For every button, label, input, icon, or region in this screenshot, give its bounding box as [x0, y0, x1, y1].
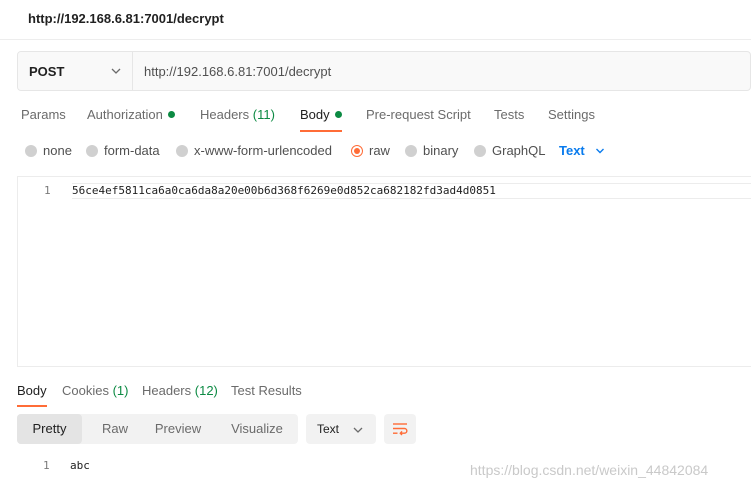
tab-body[interactable]: Body	[300, 107, 342, 132]
raw-type-dropdown[interactable]: Text	[559, 143, 605, 158]
tab-authorization-label: Authorization	[87, 107, 163, 122]
chevron-down-icon	[353, 427, 363, 433]
radio-x-www-form-urlencoded-label: x-www-form-urlencoded	[194, 143, 332, 158]
response-tab-cookies-count: (1)	[112, 383, 129, 398]
radio-graphql-label: GraphQL	[492, 143, 546, 158]
tab-headers-label: Headers	[200, 107, 250, 122]
radio-form-data[interactable]: form-data	[86, 143, 160, 158]
response-tab-headers-label: Headers	[142, 383, 192, 398]
radio-circle-icon	[86, 144, 98, 157]
body-type-selector: none form-data x-www-form-urlencoded raw…	[0, 140, 751, 162]
tab-headers[interactable]: Headers (11)	[200, 107, 275, 122]
radio-circle-icon	[25, 144, 37, 157]
url-input[interactable]	[133, 52, 750, 90]
chevron-down-icon	[595, 148, 604, 153]
radio-binary[interactable]: binary	[405, 143, 458, 158]
response-content: abc	[70, 459, 90, 472]
request-title: http://192.168.6.81:7001/decrypt	[28, 11, 224, 26]
radio-circle-icon	[474, 144, 486, 157]
view-pretty-button[interactable]: Pretty	[17, 414, 82, 444]
tab-params-label: Params	[21, 107, 66, 122]
tab-headers-count: (11)	[252, 107, 275, 122]
tab-tests[interactable]: Tests	[494, 107, 524, 122]
active-tab-underline	[17, 405, 47, 407]
tab-params[interactable]: Params	[21, 107, 66, 122]
view-preview-button[interactable]: Preview	[147, 414, 209, 444]
method-select[interactable]: POST	[18, 52, 133, 90]
watermark: https://blog.csdn.net/weixin_44842084	[470, 462, 709, 478]
response-view-group: Pretty Raw Preview Visualize	[17, 414, 298, 444]
radio-circle-icon	[176, 144, 188, 157]
tab-body-label: Body	[300, 107, 330, 122]
radio-none[interactable]: none	[25, 143, 72, 158]
request-tabs: Params Authorization Headers (11) Body P…	[0, 98, 751, 132]
response-tab-headers-count: (12)	[194, 383, 218, 398]
response-tab-cookies[interactable]: Cookies (1)	[62, 383, 128, 398]
response-tab-body[interactable]: Body	[17, 383, 47, 407]
request-title-bar: http://192.168.6.81:7001/decrypt	[0, 0, 751, 40]
tab-pre-request-script[interactable]: Pre-request Script	[366, 107, 471, 122]
response-tab-test-results[interactable]: Test Results	[231, 383, 302, 398]
view-raw-button[interactable]: Raw	[87, 414, 143, 444]
tab-settings-label: Settings	[548, 107, 595, 122]
radio-raw[interactable]: raw	[351, 143, 390, 158]
radio-raw-label: raw	[369, 143, 390, 158]
radio-selected-icon	[351, 144, 363, 157]
radio-none-label: none	[43, 143, 72, 158]
response-tabs: Body Cookies (1) Headers (12) Test Resul…	[0, 376, 751, 408]
radio-graphql[interactable]: GraphQL	[474, 143, 545, 158]
wrap-lines-button[interactable]	[384, 414, 416, 444]
response-tab-body-label: Body	[17, 383, 47, 398]
body-editor[interactable]: 1 56ce4ef5811ca6a0ca6da8a20e00b6d368f626…	[17, 176, 751, 367]
status-dot-icon	[167, 111, 175, 118]
raw-type-label: Text	[559, 143, 585, 158]
tab-pre-request-script-label: Pre-request Script	[366, 107, 471, 122]
response-format-label: Text	[317, 422, 340, 436]
response-tab-test-results-label: Test Results	[231, 383, 302, 398]
editor-content[interactable]: 56ce4ef5811ca6a0ca6da8a20e00b6d368f6269e…	[72, 184, 496, 197]
active-tab-underline	[300, 130, 342, 132]
status-dot-icon	[334, 111, 342, 118]
wrap-lines-icon	[393, 423, 408, 436]
view-visualize-button[interactable]: Visualize	[221, 414, 293, 444]
radio-x-www-form-urlencoded[interactable]: x-www-form-urlencoded	[176, 143, 332, 158]
editor-line-number: 1	[44, 184, 51, 197]
chevron-down-icon	[111, 68, 121, 74]
response-format-dropdown[interactable]: Text	[306, 414, 376, 444]
tab-settings[interactable]: Settings	[548, 107, 595, 122]
tab-tests-label: Tests	[494, 107, 525, 122]
radio-binary-label: binary	[423, 143, 459, 158]
response-tab-cookies-label: Cookies	[62, 383, 109, 398]
url-bar: POST	[17, 51, 751, 91]
tab-authorization[interactable]: Authorization	[87, 107, 175, 122]
method-label: POST	[29, 64, 65, 79]
radio-circle-icon	[405, 144, 417, 157]
response-line-number: 1	[43, 459, 50, 472]
response-tab-headers[interactable]: Headers (12)	[142, 383, 218, 398]
radio-form-data-label: form-data	[104, 143, 160, 158]
